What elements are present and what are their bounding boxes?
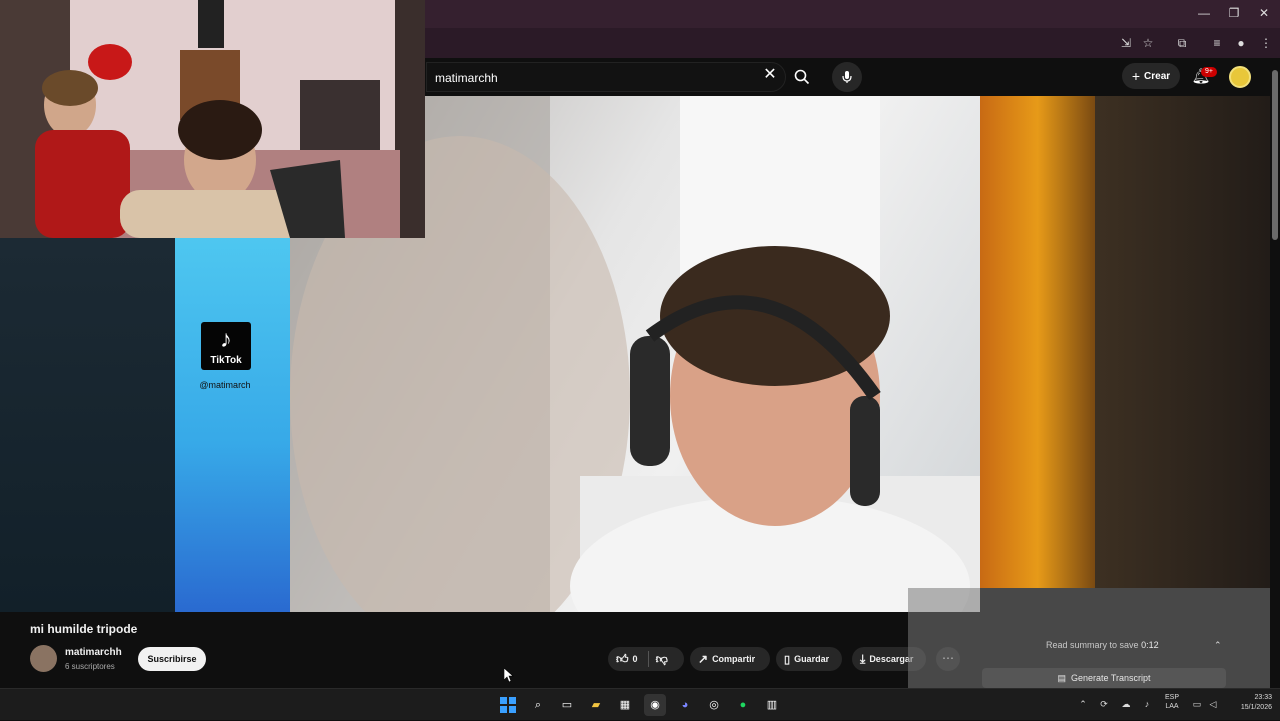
file-explorer-icon[interactable]: ▰ <box>585 694 607 716</box>
generate-transcript-button[interactable]: ▤ Generate Transcript <box>982 668 1226 688</box>
audio-app-icon[interactable]: ▥ <box>761 694 783 716</box>
video-right-panel <box>1095 96 1270 588</box>
share-icon: ↗ <box>698 652 709 666</box>
like-dislike-pill: 👍︎ 0 👎︎ <box>608 647 684 671</box>
profile-icon[interactable]: ● <box>1232 34 1250 52</box>
dislike-button[interactable]: 👎︎ <box>656 652 668 667</box>
tray-chevron-up-icon[interactable]: ⌃ <box>1077 698 1089 710</box>
tiktok-handle: @matimarch <box>199 380 251 390</box>
tiktok-note-icon: ♪ <box>220 326 232 353</box>
create-label: Crear <box>1144 70 1171 82</box>
like-count: 0 <box>632 654 638 664</box>
extensions-icon[interactable]: ⧉ <box>1173 34 1191 52</box>
channel-name[interactable]: matimarchh <box>65 647 122 658</box>
install-icon[interactable]: ⇲ <box>1117 34 1135 52</box>
save-button[interactable]: ▯ Guardar <box>776 647 842 671</box>
clock-time: 23:33 <box>1254 694 1272 701</box>
like-divider <box>648 651 649 667</box>
search-input[interactable] <box>435 69 755 87</box>
close-window-button[interactable]: ✕ <box>1256 5 1272 21</box>
plus-icon: + <box>1131 68 1141 84</box>
search-box[interactable] <box>426 62 786 92</box>
lang-line1: ESP <box>1164 694 1179 701</box>
read-summary-text[interactable]: Read summary to save 0:12 <box>1046 640 1159 650</box>
tray-mic-icon[interactable]: ♪ <box>1141 698 1153 710</box>
create-button[interactable]: + Crear <box>1122 63 1180 89</box>
download-icon: ⤓ <box>860 651 866 666</box>
tiktok-logo: ♪ TikTok <box>201 322 251 370</box>
webcam-overlay <box>0 0 425 238</box>
search-icon[interactable] <box>788 63 816 91</box>
media-icon[interactable]: ≡ <box>1208 34 1226 52</box>
start-menu-icon[interactable] <box>497 694 519 716</box>
share-label: Compartir <box>712 654 756 664</box>
chevron-up-icon[interactable]: ⌃ <box>1214 640 1222 651</box>
tiktok-label: TikTok <box>210 355 242 366</box>
mouse-cursor-icon <box>503 667 514 683</box>
like-button[interactable]: 👍︎ 0 <box>616 652 638 667</box>
clock-date: 15/1/2026 <box>1240 704 1272 711</box>
summary-label: Read summary to save <box>1046 640 1139 650</box>
video-orange-panel <box>980 96 1095 588</box>
taskbar-search-icon[interactable]: ⌕ <box>527 694 549 716</box>
channel-avatar[interactable] <box>30 645 57 672</box>
volume-icon[interactable]: ◁ <box>1207 698 1219 710</box>
task-view-icon[interactable]: ▭ <box>556 694 578 716</box>
sync-icon[interactable]: ⟳ <box>1098 698 1110 710</box>
display-icon[interactable]: ▭ <box>1191 698 1203 710</box>
subscribe-button[interactable]: Suscribirse <box>138 647 206 671</box>
discord-icon[interactable]: ◕ <box>674 694 696 716</box>
bookmark-icon: ▯ <box>784 653 791 666</box>
transcript-icon: ▤ <box>1057 672 1066 683</box>
chrome-icon[interactable]: ◉ <box>644 694 666 716</box>
save-label: Guardar <box>794 654 830 664</box>
cloud-icon[interactable]: ☁ <box>1120 698 1132 710</box>
thumbs-up-icon: 👍︎ <box>616 651 629 666</box>
notification-badge: 9+ <box>1201 67 1217 77</box>
store-icon[interactable]: ▦ <box>614 694 636 716</box>
minimize-button[interactable]: — <box>1196 5 1212 21</box>
restore-button[interactable]: ❐ <box>1226 5 1242 21</box>
clear-search-icon[interactable]: ✕ <box>762 67 778 83</box>
video-blue-panel <box>175 238 290 612</box>
input-language[interactable]: ESP LAA <box>1160 693 1184 711</box>
menu-icon[interactable]: ⋮ <box>1257 34 1275 52</box>
subscriber-count: 6 suscriptores <box>65 662 115 671</box>
microphone-icon[interactable] <box>832 62 862 92</box>
scrollbar-thumb[interactable] <box>1272 70 1278 240</box>
share-button[interactable]: ↗ Compartir <box>690 647 770 671</box>
video-title: mi humilde tripode <box>30 622 138 636</box>
video-left-panel <box>0 238 175 612</box>
lang-line2: LAA <box>1165 703 1179 710</box>
bookmark-star-icon[interactable]: ☆ <box>1139 34 1157 52</box>
account-avatar[interactable] <box>1229 66 1251 88</box>
obs-icon[interactable]: ◎ <box>703 694 725 716</box>
transcript-label: Generate Transcript <box>1070 673 1151 683</box>
download-label: Descargar <box>869 654 914 664</box>
summary-time: 0:12 <box>1141 640 1159 650</box>
spotify-icon[interactable]: ● <box>732 694 754 716</box>
taskbar-clock[interactable]: 23:33 15/1/2026 <box>1222 693 1272 713</box>
thumbs-down-icon: 👎︎ <box>655 651 668 666</box>
